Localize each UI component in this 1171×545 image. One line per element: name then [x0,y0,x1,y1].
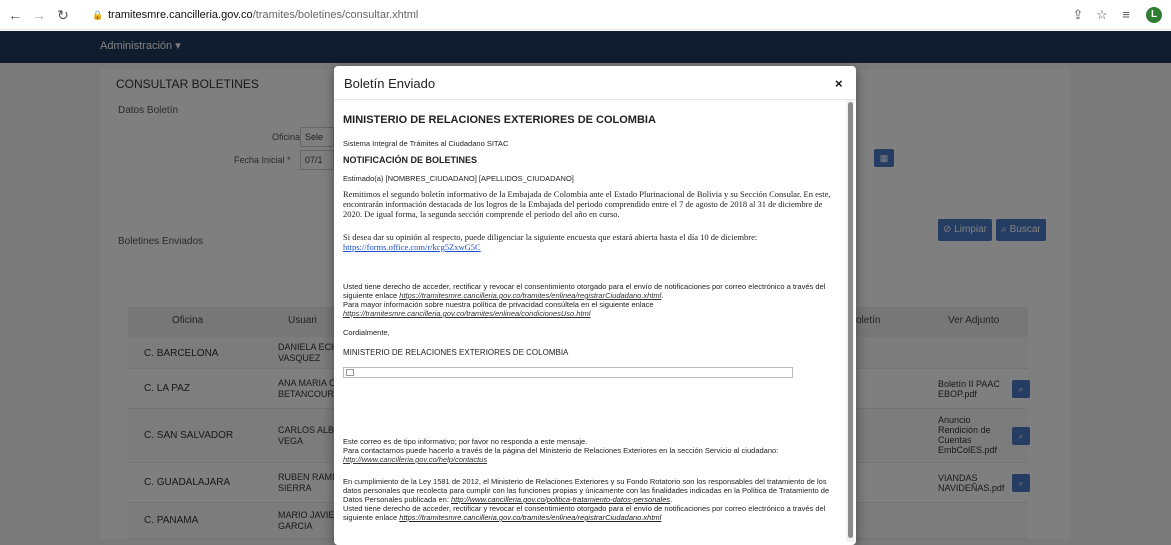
forward-arrow-icon[interactable]: → [30,6,48,24]
lock-icon: 🔒 [92,10,104,20]
legal-text-1-end: . [661,291,664,300]
email-signature: MINISTERIO DE RELACIONES EXTERIORES DE C… [343,348,569,357]
email-preview: MINISTERIO DE RELACIONES EXTERIORES DE C… [343,106,841,542]
survey-text: Si desea dar su opinión al respecto, pue… [343,232,758,242]
broken-image-placeholder [343,367,793,378]
footer-text-3-end: . [670,495,673,504]
email-paragraph-1: Remitimos el segundo boletín informativo… [343,189,831,219]
address-bar[interactable]: 🔒 tramitesmre.cancilleria.gov.co/tramites… [92,5,1072,25]
url-host: tramitesmre.cancilleria.gov.co [108,9,253,21]
privacy-link[interactable]: https://tramitesmre.cancilleria.gov.co/t… [343,309,590,318]
email-subtitle: Sistema Integral de Trámites al Ciudadan… [343,139,509,148]
modal-title: Boletín Enviado [344,76,436,91]
survey-link[interactable]: https://forms.office.com/r/kcg5ZxwG5C [343,242,481,252]
star-icon[interactable]: ☆ [1094,7,1110,23]
email-footer-legal: En cumplimiento de la Ley 1581 de 2012, … [343,477,839,522]
url-path: /tramites/boletines/consultar.xhtml [252,9,419,21]
share-icon[interactable]: ⇪ [1070,7,1086,23]
email-heading: MINISTERIO DE RELACIONES EXTERIORES DE C… [343,114,656,126]
boletin-modal: Boletín Enviado × MINISTERIO DE RELACION… [334,66,856,545]
modal-header: Boletín Enviado × [334,66,856,100]
email-section-title: NOTIFICACIÓN DE BOLETINES [343,155,478,165]
scrollbar-thumb[interactable] [848,102,853,538]
back-arrow-icon[interactable]: ← [6,6,24,24]
reload-icon[interactable]: ↻ [54,6,72,24]
data-policy-link[interactable]: http://www.cancilleria.gov.co/politica-t… [451,495,670,504]
reading-list-icon[interactable]: ≡ [1118,7,1134,23]
email-paragraph-2: Si desea dar su opinión al respecto, pue… [343,232,839,252]
browser-toolbar: ← → ↻ 🔒 tramitesmre.cancilleria.gov.co/tr… [0,0,1171,30]
legal-text-2: Para mayor información sobre nuestra pol… [343,300,654,309]
contact-link[interactable]: http://www.cancilleria.gov.co/help/conta… [343,455,487,464]
profile-avatar[interactable]: L [1146,7,1162,23]
email-closing: Cordialmente, [343,328,390,337]
footer-text-2: Para contactarnos puede hacerlo a través… [343,446,779,455]
footer-register-link[interactable]: https://tramitesmre.cancilleria.gov.co/t… [399,513,661,522]
register-link[interactable]: https://tramitesmre.cancilleria.gov.co/t… [399,291,661,300]
broken-image-icon [346,369,354,376]
email-legal: Usted tiene derecho de acceder, rectific… [343,282,839,318]
footer-text-1: Este correo es de tipo informativo; por … [343,437,588,446]
email-greeting: Estimado(a) [NOMBRES_CIUDADANO] [APELLID… [343,174,574,183]
email-footer-contact: Este correo es de tipo informativo; por … [343,437,839,464]
close-icon[interactable]: × [835,77,843,90]
